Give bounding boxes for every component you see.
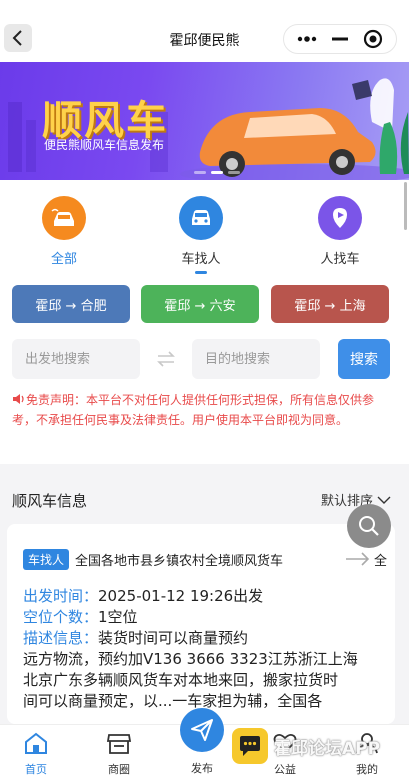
- watermark: 霍邱论坛APP: [232, 728, 380, 764]
- tab-home-label: 首页: [25, 763, 47, 776]
- search-row: 搜索: [0, 330, 409, 386]
- sort-dropdown[interactable]: 默认排序: [321, 490, 391, 509]
- tab-publish[interactable]: 发布: [172, 758, 232, 776]
- category-all[interactable]: 全部: [24, 196, 104, 267]
- list-title: 顺风车信息: [12, 492, 88, 510]
- tab-shop-label: 商圈: [108, 763, 130, 776]
- shop-icon: [106, 734, 132, 754]
- more-dots-icon: [297, 36, 316, 42]
- watermark-text: 霍邱论坛APP: [274, 738, 381, 759]
- category-tabs: 全部 车找人 人找车: [0, 180, 409, 276]
- scrollbar[interactable]: [404, 182, 407, 230]
- category-people-seek-car-label: 人找车: [320, 252, 360, 267]
- minimize-button[interactable]: [325, 26, 355, 52]
- tab-publish-label: 发布: [191, 762, 213, 775]
- route-button-hefei[interactable]: 霍邱 → 合肥: [12, 285, 130, 323]
- depart-row: 出发时间：2025-01-12 19:26出发: [23, 586, 385, 607]
- tab-shop[interactable]: 商圈: [89, 731, 149, 777]
- target-close-icon: [364, 29, 383, 49]
- card-route: 全国各地市县乡镇农村全境顺风货车: [75, 553, 284, 569]
- desc-line-2: 远方物流，预约加V136 3666 3323江苏浙江上海: [23, 650, 358, 668]
- speaker-icon: [13, 394, 24, 404]
- banner-subtitle: 便民熊顺风车信息发布: [44, 138, 165, 152]
- send-icon: [191, 719, 213, 741]
- arrow-right-icon: [345, 552, 370, 566]
- mini-program-capsule: [283, 24, 397, 54]
- category-people-seek-car[interactable]: 人找车: [300, 196, 380, 267]
- desc-value: 装货时间可以商量预约: [98, 629, 249, 647]
- banner-pagination: [194, 171, 240, 174]
- search-icon: [359, 516, 379, 536]
- active-tab-indicator: [195, 271, 207, 274]
- quick-routes: 霍邱 → 合肥 霍邱 → 六安 霍邱 → 上海: [0, 276, 409, 330]
- desc-label: 描述信息：: [23, 629, 99, 647]
- seats-value: 1空位: [98, 608, 138, 626]
- more-button[interactable]: [292, 26, 322, 52]
- top-bar: 霍邱便民熊: [0, 0, 409, 62]
- disclaimer: 免责声明：本平台不对任何人提供任何形式担保，所有信息仅供参考，不承担任何民事及法…: [0, 386, 409, 464]
- card-destination: 全: [373, 553, 387, 569]
- swap-icon[interactable]: [155, 348, 177, 370]
- banner[interactable]: 顺风车 便民熊顺风车信息发布: [0, 62, 409, 180]
- seats-label: 空位个数：: [23, 608, 99, 626]
- desc-line-3: 北京广东多辆顺风货车对本地来回，搬家拉货时: [23, 671, 339, 689]
- to-search-input[interactable]: [192, 339, 320, 379]
- card-header: 车找人 全国各地市县乡镇农村全境顺风货车 全: [23, 548, 387, 570]
- card-tag: 车找人: [23, 548, 70, 570]
- forum-logo: [232, 728, 268, 764]
- publish-button[interactable]: [180, 708, 224, 752]
- disclaimer-text: 免责声明：本平台不对任何人提供任何形式担保，所有信息仅供参考，不承担任何民事及法…: [12, 393, 375, 427]
- category-car-seek-people[interactable]: 车找人: [161, 196, 241, 274]
- card-body: 出发时间：2025-01-12 19:26出发 空位个数：1空位 描述信息：装货…: [23, 586, 385, 712]
- minus-icon: [331, 37, 348, 41]
- car-wave-icon: [42, 196, 86, 240]
- tab-home[interactable]: 首页: [6, 731, 66, 777]
- car-front-icon: [179, 196, 223, 240]
- close-button[interactable]: [358, 26, 388, 52]
- list-header: 顺风车信息 默认排序: [0, 472, 409, 522]
- from-search-input[interactable]: [12, 339, 140, 379]
- depart-label: 出发时间：: [23, 587, 99, 605]
- chevron-down-icon: [377, 496, 391, 504]
- flag-pin-icon: [318, 196, 362, 240]
- route-button-shanghai[interactable]: 霍邱 → 上海: [271, 285, 389, 323]
- home-icon: [25, 732, 47, 754]
- ride-card[interactable]: 车找人 全国各地市县乡镇农村全境顺风货车 全 出发时间：2025-01-12 1…: [7, 524, 395, 724]
- category-car-seek-people-label: 车找人: [181, 252, 221, 267]
- seats-row: 空位个数：1空位: [23, 607, 385, 628]
- depart-value: 2025-01-12 19:26出发: [98, 587, 264, 605]
- floating-search-button[interactable]: [347, 504, 391, 548]
- search-button[interactable]: 搜索: [338, 339, 390, 379]
- category-all-label: 全部: [50, 252, 77, 267]
- route-button-luan[interactable]: 霍邱 → 六安: [141, 285, 259, 323]
- desc-row: 描述信息：装货时间可以商量预约: [23, 628, 385, 649]
